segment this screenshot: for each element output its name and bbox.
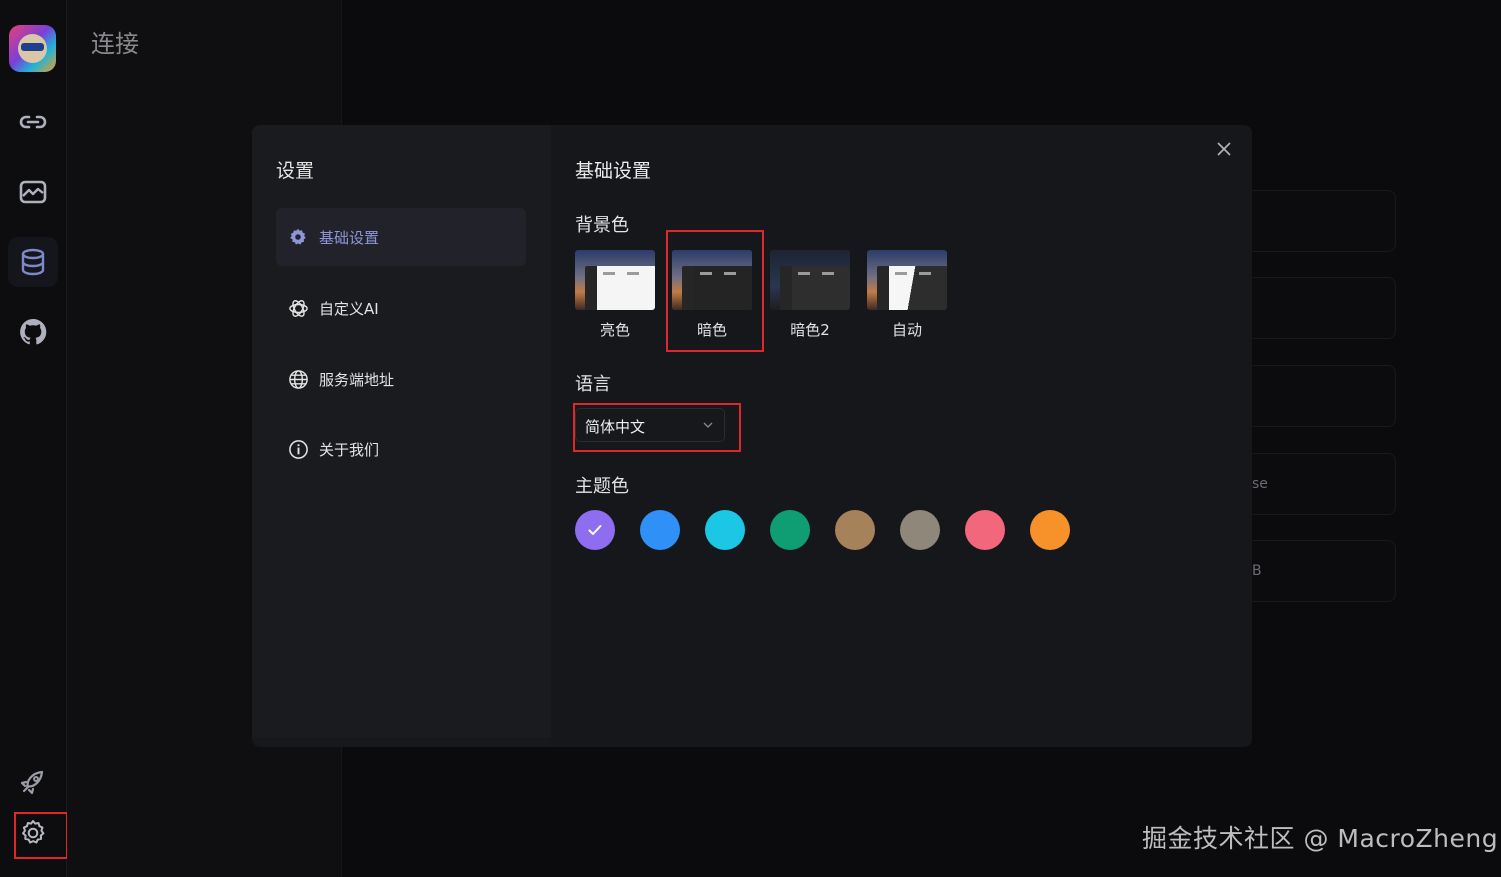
menu-item-server-address[interactable]: 服务端地址	[276, 350, 526, 408]
database-icon	[21, 248, 45, 276]
menu-item-basic-settings[interactable]: 基础设置	[276, 208, 526, 266]
theme-option-auto[interactable]: 自动	[867, 250, 947, 340]
menu-item-label: 关于我们	[319, 440, 380, 459]
rocket-icon	[20, 770, 44, 795]
gear-icon	[287, 226, 309, 248]
theme-name: 亮色	[599, 321, 630, 339]
menu-item-label: 服务端地址	[319, 370, 395, 389]
rail-database-button[interactable]	[8, 237, 58, 287]
theme-option-dark2[interactable]: 暗色2	[770, 250, 850, 340]
globe-icon	[287, 368, 309, 390]
info-icon	[287, 438, 309, 460]
theme-name: 暗色2	[790, 321, 830, 339]
menu-item-custom-ai[interactable]: 自定义AI	[276, 279, 526, 337]
language-label: 语言	[575, 374, 611, 395]
theme-color-label: 主题色	[575, 476, 629, 497]
rail-link-button[interactable]	[8, 97, 58, 147]
page-title: 连接	[91, 30, 139, 58]
theme-thumbnail	[575, 250, 655, 310]
theme-option-light[interactable]: 亮色	[575, 250, 655, 340]
rail-github-button[interactable]	[8, 307, 58, 357]
check-icon	[588, 525, 602, 535]
color-swatch-blue[interactable]	[640, 510, 680, 550]
close-button[interactable]	[1212, 137, 1236, 161]
theme-thumbnail	[867, 250, 947, 310]
app-rail	[0, 0, 68, 877]
color-swatch-cyan[interactable]	[705, 510, 745, 550]
settings-dialog: 设置 基础设置 自定义AI 服务端地址 关于我们 基础设置 背景色 亮色 暗色 …	[252, 125, 1252, 747]
color-swatch-gray[interactable]	[900, 510, 940, 550]
rail-rocket-button[interactable]	[8, 757, 58, 807]
background-list-item[interactable]	[1252, 190, 1396, 252]
settings-sidebar: 设置 基础设置 自定义AI 服务端地址 关于我们	[252, 125, 551, 737]
openai-icon	[287, 297, 309, 319]
menu-item-label: 基础设置	[319, 228, 380, 247]
background-list-item[interactable]: se	[1252, 453, 1396, 515]
theme-name: 自动	[891, 321, 922, 339]
settings-title: 设置	[276, 160, 315, 182]
language-highlight-box	[573, 403, 741, 452]
background-list-item[interactable]	[1252, 277, 1396, 339]
background-row-text: B	[1252, 563, 1262, 579]
section-title: 基础设置	[575, 160, 652, 182]
dark-theme-highlight-box	[666, 230, 764, 352]
menu-item-about-us[interactable]: 关于我们	[276, 420, 526, 478]
background-list-item[interactable]	[1252, 365, 1396, 427]
chart-icon	[19, 180, 47, 204]
settings-content: 基础设置 背景色 亮色 暗色 暗色2 自动 语言 简体中文 主题色	[551, 125, 1252, 747]
logo-glasses	[21, 43, 44, 51]
app-logo[interactable]	[9, 25, 56, 72]
github-icon	[20, 318, 47, 345]
background-row-text: se	[1252, 476, 1268, 492]
theme-thumbnail	[770, 250, 850, 310]
color-swatch-brown[interactable]	[835, 510, 875, 550]
color-swatch-green[interactable]	[770, 510, 810, 550]
background-list-item[interactable]: B	[1252, 540, 1396, 602]
close-icon	[1217, 142, 1231, 156]
link-icon	[19, 115, 47, 129]
color-swatch-pink[interactable]	[965, 510, 1005, 550]
settings-highlight-box	[14, 812, 68, 859]
menu-item-label: 自定义AI	[319, 299, 379, 318]
watermark-text: 掘金技术社区 @ MacroZheng	[1142, 824, 1499, 853]
rail-monitor-button[interactable]	[8, 167, 58, 217]
background-color-label: 背景色	[575, 215, 629, 236]
color-swatch-orange[interactable]	[1030, 510, 1070, 550]
color-swatch-purple[interactable]	[575, 510, 615, 550]
